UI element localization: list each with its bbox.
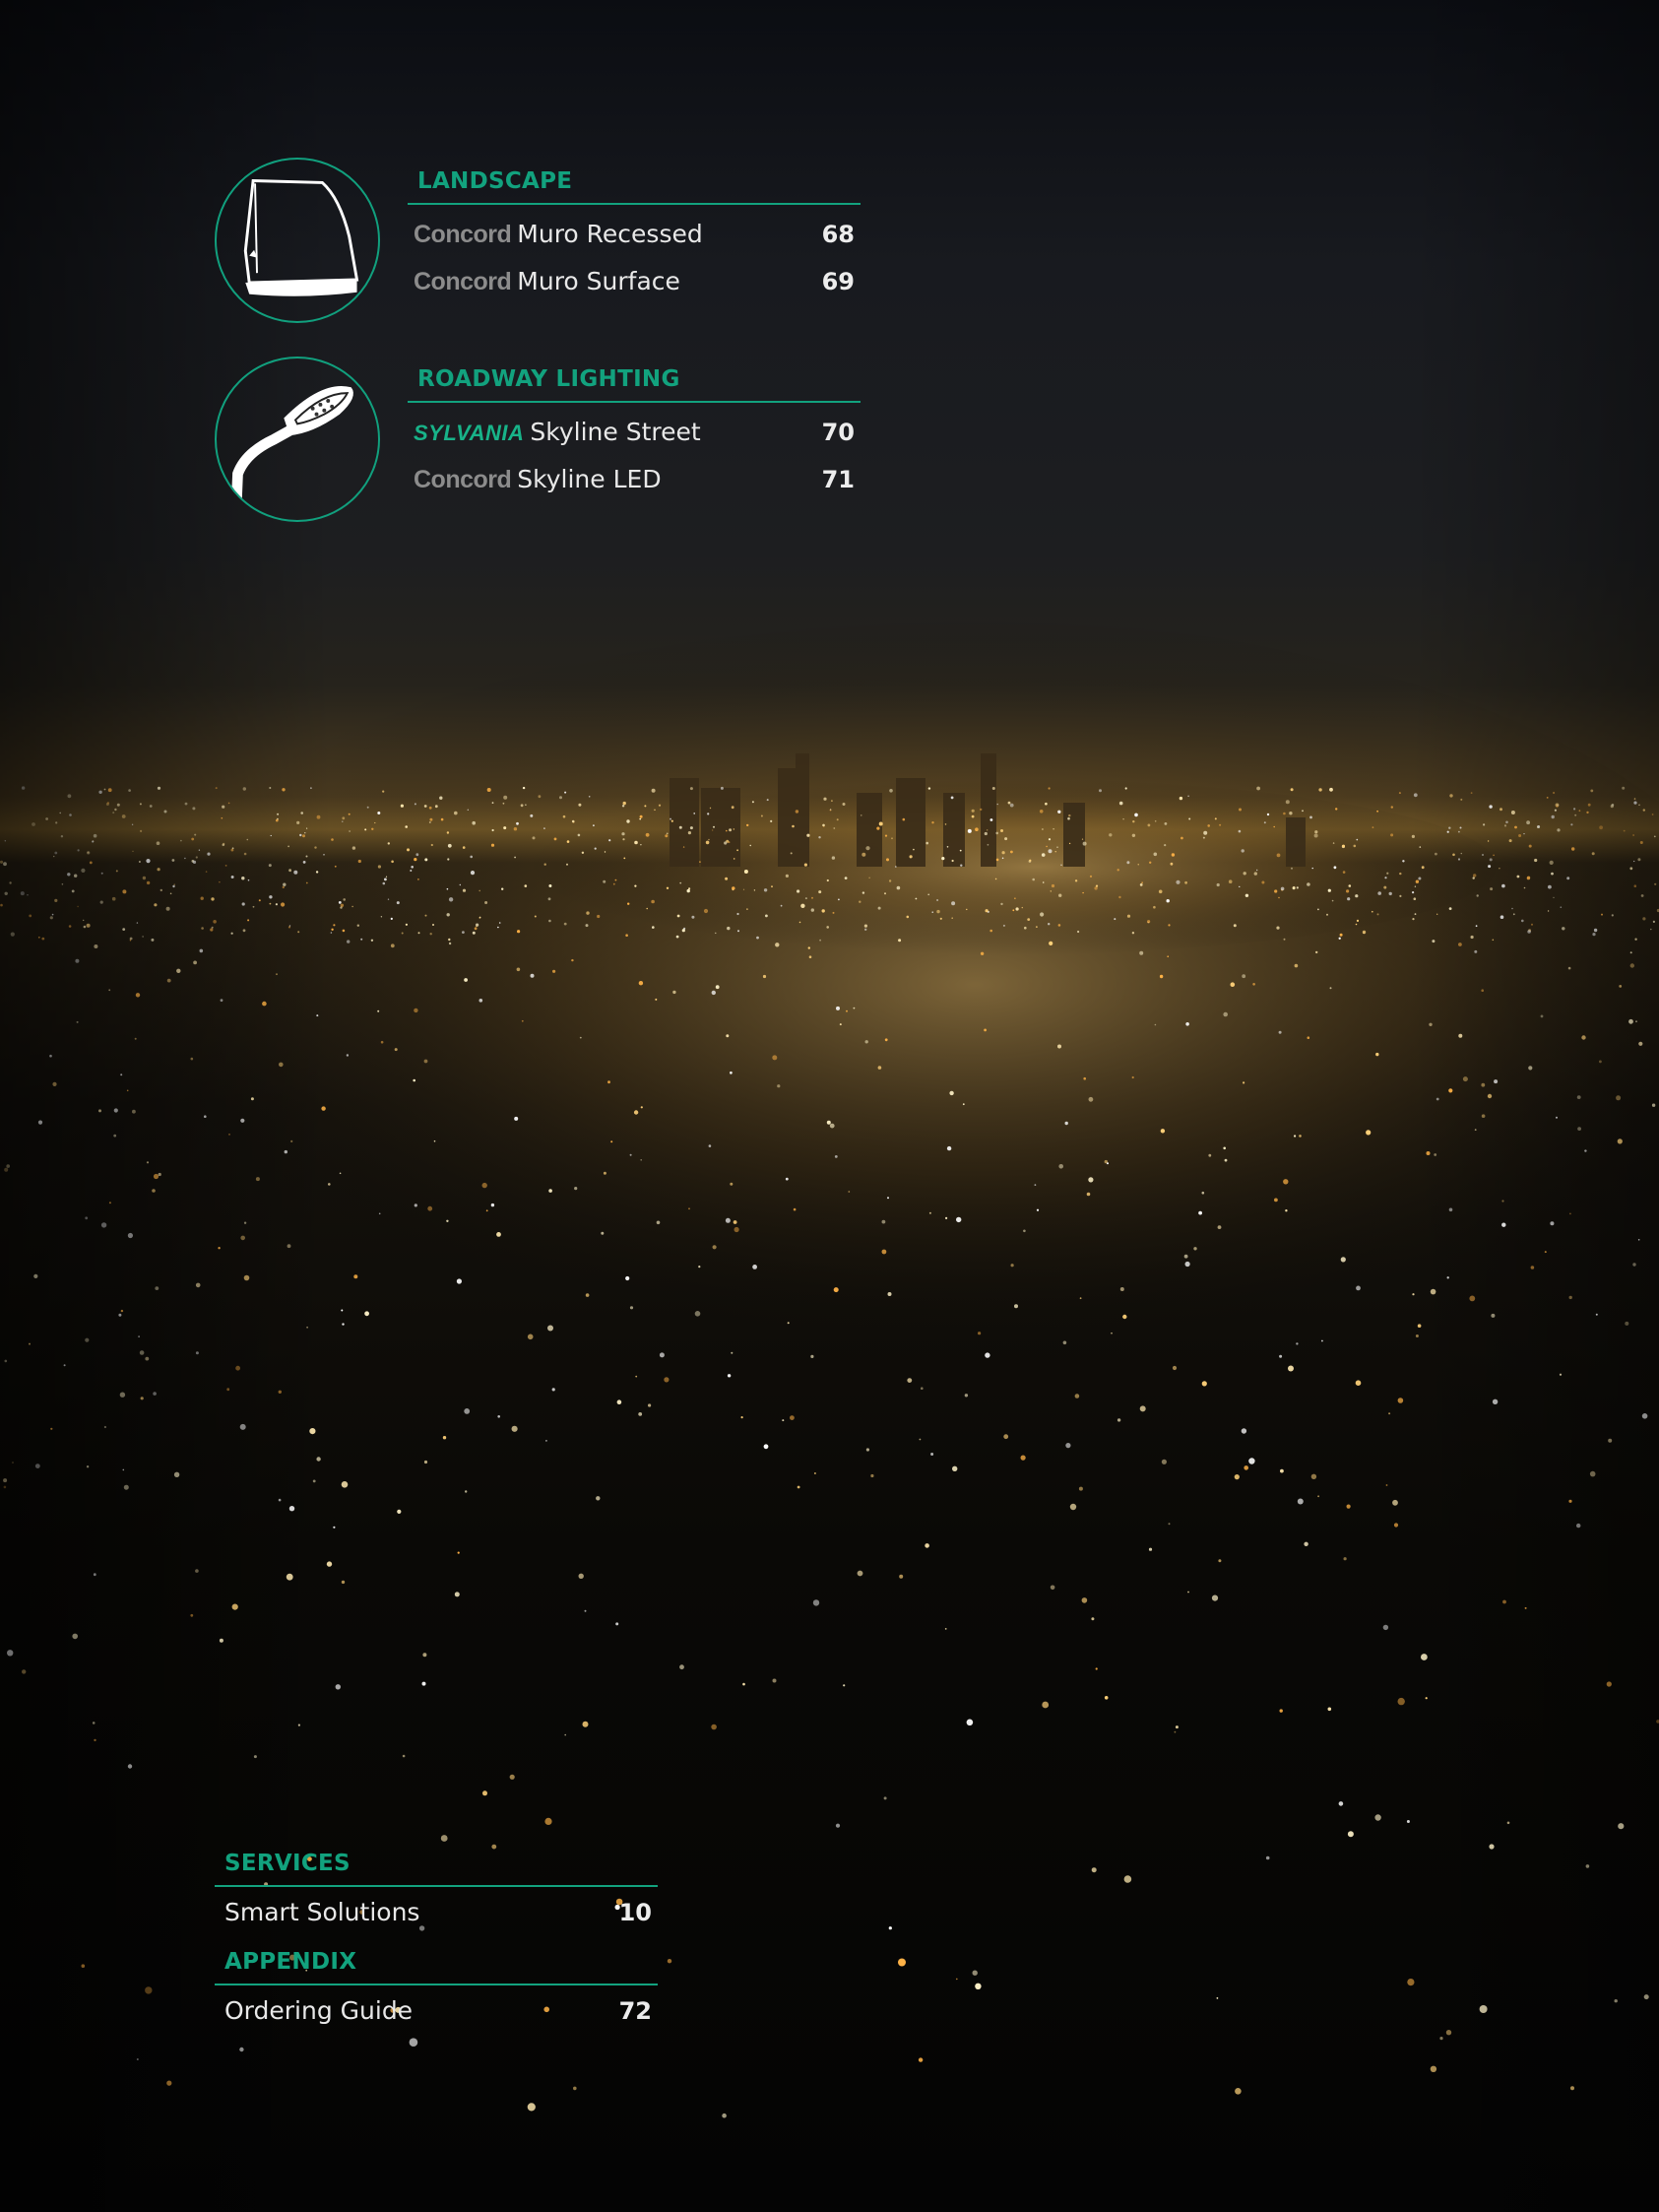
brand-logo-concord: Concord xyxy=(414,221,512,248)
brand-logo-concord: Concord xyxy=(414,466,512,493)
entry-name: Ordering Guide xyxy=(224,1996,414,2025)
section-heading: SERVICES xyxy=(215,1848,658,1887)
entry-page-number: 72 xyxy=(618,1997,652,2025)
roadway-section-icon xyxy=(215,357,380,522)
entry-name: Muro Surface xyxy=(517,267,680,295)
toc-section-appendix: APPENDIX Ordering Guide 72 xyxy=(215,1946,658,2037)
entry-name: Muro Recessed xyxy=(517,220,703,248)
catalog-contents-page: LANDSCAPE Concord Muro Recessed 68 Concor… xyxy=(0,0,1659,2212)
entry-page-number: 69 xyxy=(821,268,855,295)
brand-logo-concord: Concord xyxy=(414,268,512,295)
toc-entry[interactable]: Concord Skyline LED 71 xyxy=(408,456,861,503)
entry-page-number: 68 xyxy=(821,221,855,248)
section-heading: ROADWAY LIGHTING xyxy=(408,363,861,403)
toc-entry[interactable]: SYLVANIA Skyline Street 70 xyxy=(408,409,861,456)
section-heading: LANDSCAPE xyxy=(408,165,861,205)
entry-name: Smart Solutions xyxy=(224,1898,420,1926)
entry-page-number: 10 xyxy=(618,1899,652,1926)
entry-page-number: 70 xyxy=(821,419,855,446)
toc-section-services: SERVICES Smart Solutions 10 xyxy=(215,1848,658,1938)
street-light-icon xyxy=(230,385,353,520)
entry-name: Skyline Street xyxy=(530,418,701,446)
wall-pack-fixture-icon xyxy=(243,178,359,296)
toc-entry[interactable]: Ordering Guide 72 xyxy=(215,1985,658,2037)
toc-entry[interactable]: Concord Muro Recessed 68 xyxy=(408,211,861,258)
entry-page-number: 71 xyxy=(821,466,855,493)
landscape-section-icon xyxy=(215,158,380,323)
brand-logo-sylvania: SYLVANIA xyxy=(414,421,525,445)
section-heading: APPENDIX xyxy=(215,1946,658,1985)
toc-entry[interactable]: Concord Muro Surface 69 xyxy=(408,258,861,305)
toc-section-roadway-lighting: ROADWAY LIGHTING SYLVANIA Skyline Street … xyxy=(408,363,861,503)
toc-section-landscape: LANDSCAPE Concord Muro Recessed 68 Concor… xyxy=(408,165,861,305)
toc-entry[interactable]: Smart Solutions 10 xyxy=(215,1887,658,1938)
entry-name: Skyline LED xyxy=(517,465,662,493)
